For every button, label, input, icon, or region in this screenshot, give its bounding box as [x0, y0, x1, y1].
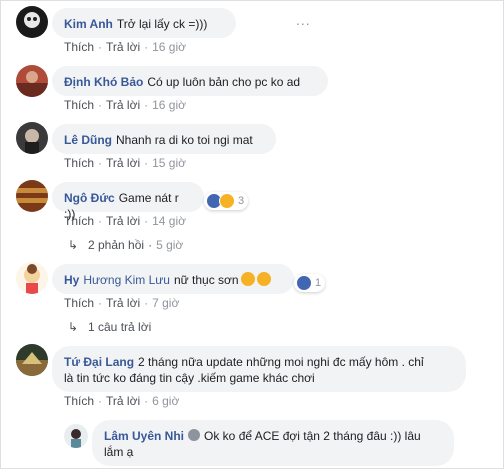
timestamp[interactable]: 14 giờ	[152, 214, 186, 228]
comment-text: Nhanh ra di ko toi ngi mat	[116, 133, 253, 147]
replies-count: 2 phản hồi	[88, 238, 145, 252]
like-link[interactable]: Thích	[64, 156, 94, 170]
comment-bubble: Ngô Đức Game nát r :))	[52, 182, 204, 221]
comment-bubble: Tứ Đại Lang 2 tháng nữa update những moi …	[52, 346, 466, 392]
verified-badge-icon	[188, 429, 201, 441]
timestamp[interactable]: 7 giờ	[152, 296, 179, 310]
comment-text-line2: là tin tức ko đáng tin cậy .kiếm game kh…	[64, 371, 315, 385]
commenter-name[interactable]: Tứ Đại Lang	[64, 355, 134, 369]
replies-time: 5 giờ	[156, 238, 184, 252]
reaction-summary[interactable]: 3	[204, 192, 249, 210]
commenter-name[interactable]: Ngô Đức	[64, 191, 115, 205]
avatar[interactable]	[16, 122, 48, 154]
commenter-name[interactable]: Hy	[64, 273, 79, 287]
commenter-name[interactable]: Định Khó Bảo	[64, 75, 143, 89]
like-link[interactable]: Thích	[64, 98, 94, 112]
commenter-name[interactable]: Lê Dũng	[64, 133, 112, 147]
commenter-name-rest[interactable]: Hương Kim Lưu	[83, 273, 170, 287]
comment-text: Có up luôn bản cho pc ko ad	[147, 75, 301, 89]
avatar[interactable]	[16, 180, 48, 212]
timestamp[interactable]: 6 giờ	[152, 394, 179, 408]
comment-actions: Thích · Trả lời · 14 giờ	[64, 214, 186, 228]
avatar[interactable]	[64, 424, 88, 448]
like-link[interactable]: Thích	[64, 214, 94, 228]
comment-bubble: Hy Hương Kim Lưu nữ thục sơn	[52, 264, 294, 294]
reply-link[interactable]: Trả lời	[106, 394, 140, 408]
replies-count: 1 câu trả lời	[88, 320, 152, 334]
avatar[interactable]	[16, 6, 48, 38]
comment-bubble: Định Khó Bảo Có up luôn bản cho pc ko ad	[52, 66, 328, 96]
avatar[interactable]	[16, 65, 48, 97]
comment-bubble: Lê Dũng Nhanh ra di ko toi ngi mat	[52, 124, 276, 154]
avatar-image	[16, 180, 48, 212]
reply-link[interactable]: Trả lời	[106, 40, 140, 54]
comment-text: Trở lại lấy ck =)))	[116, 17, 208, 31]
avatar[interactable]	[16, 344, 48, 376]
laughing-emoji-icon	[256, 272, 271, 286]
reply-arrow-icon: ↳	[68, 320, 79, 334]
avatar-image	[16, 344, 48, 376]
avatar-image	[64, 424, 88, 448]
reply-text-line2: lắm ạ	[104, 445, 134, 459]
haha-reaction-icon	[219, 193, 235, 209]
commenter-name[interactable]: Kim Anh	[64, 17, 113, 31]
reply-link[interactable]: Trả lời	[106, 214, 140, 228]
comment-actions: Thích · Trả lời · 15 giờ	[64, 156, 186, 170]
timestamp[interactable]: 15 giờ	[152, 156, 186, 170]
comment-text-line1: 2 tháng nữa update những moi nghi đc mấy…	[138, 355, 424, 369]
reply-link[interactable]: Trả lời	[106, 98, 140, 112]
comment-actions: Thích · Trả lời · 7 giờ	[64, 296, 180, 310]
reply-arrow-icon: ↳	[68, 238, 79, 252]
commenter-name[interactable]: Lâm Uyên Nhi	[104, 429, 184, 443]
more-options-icon[interactable]: ...	[296, 12, 311, 28]
like-link[interactable]: Thích	[64, 40, 94, 54]
reply-text-line1: Ok ko để ACE đợi tận 2 tháng đâu :)) lâu	[204, 429, 421, 443]
timestamp[interactable]: 16 giờ	[152, 40, 186, 54]
timestamp[interactable]: 16 giờ	[152, 98, 186, 112]
view-replies-link[interactable]: ↳ 2 phản hồi · 5 giờ	[68, 238, 183, 252]
reaction-count: 3	[238, 195, 245, 207]
comment-text: nữ thục sơn	[173, 273, 239, 287]
reply-link[interactable]: Trả lời	[106, 296, 140, 310]
comment-actions: Thích · Trả lời · 16 giờ	[64, 40, 186, 54]
comment-bubble: Kim Anh Trở lại lấy ck =)))	[52, 8, 236, 38]
avatar-image	[16, 6, 48, 38]
avatar[interactable]	[16, 262, 48, 294]
like-link[interactable]: Thích	[64, 296, 94, 310]
comment-actions: Thích · Trả lời · 6 giờ	[64, 394, 180, 408]
reaction-count: 1	[315, 277, 322, 289]
avatar-image	[16, 65, 48, 97]
avatar-image	[16, 122, 48, 154]
comment-actions: Thích · Trả lời · 16 giờ	[64, 98, 186, 112]
like-link[interactable]: Thích	[64, 394, 94, 408]
reaction-summary[interactable]: 1	[294, 274, 326, 292]
laughing-emoji-icon	[240, 272, 255, 286]
reply-bubble: Lâm Uyên Nhi Ok ko để ACE đợi tận 2 tháng…	[92, 420, 454, 466]
avatar-image	[16, 262, 48, 294]
view-replies-link[interactable]: ↳ 1 câu trả lời	[68, 320, 151, 334]
like-reaction-icon	[296, 275, 312, 291]
reply-link[interactable]: Trả lời	[106, 156, 140, 170]
